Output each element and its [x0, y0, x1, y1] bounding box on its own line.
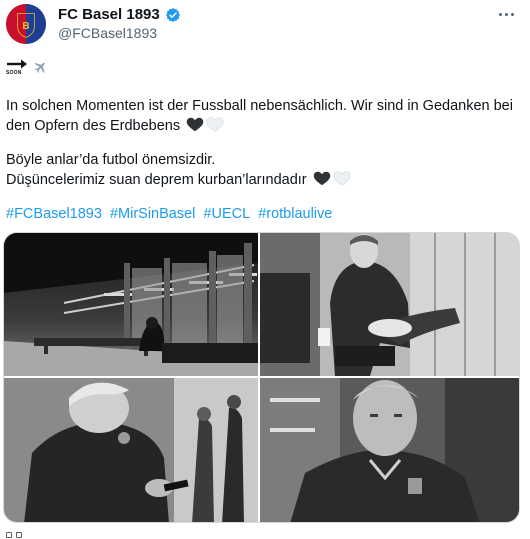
black-heart-icon [313, 171, 330, 186]
reply-icon[interactable] [6, 532, 12, 538]
more-options-icon[interactable] [494, 4, 518, 24]
tweet-paragraph-turkish: Böyle anlar’da futbol önemsizdir. Düşünc… [6, 150, 521, 190]
tweet: B FC Basel 1893 @FCBasel1893 SOON In sol… [0, 0, 530, 539]
hashtag-link[interactable]: #UECL [203, 206, 250, 222]
retweet-icon[interactable] [16, 532, 22, 538]
media-grid [3, 232, 520, 523]
action-bar-partial [0, 532, 530, 539]
soon-label: SOON [6, 70, 22, 76]
fc-basel-logo: B [6, 4, 46, 44]
author-handle[interactable]: @FCBasel1893 [58, 25, 157, 41]
author-display-name[interactable]: FC Basel 1893 [58, 6, 160, 23]
white-heart-icon [206, 117, 224, 132]
svg-text:B: B [22, 21, 29, 32]
tweet-text-german: In solchen Momenten ist der Fussball neb… [6, 98, 513, 134]
photo-airport-terminal[interactable] [4, 233, 258, 376]
soon-teaser: SOON [6, 58, 49, 76]
author-name-row: FC Basel 1893 [58, 6, 181, 23]
photo-player-phone[interactable] [4, 378, 258, 522]
hashtag-link[interactable]: #MirSinBasel [110, 206, 195, 222]
airplane-icon [34, 62, 45, 73]
photo-player-seated[interactable] [260, 233, 519, 376]
tweet-paragraph-german: In solchen Momenten ist der Fussball neb… [6, 96, 521, 136]
photo-player-portrait[interactable] [260, 378, 519, 522]
hashtag-list: #FCBasel1893 #MirSinBasel #UECL #rotblau… [6, 206, 336, 222]
avatar[interactable]: B [6, 4, 46, 44]
white-heart-icon [333, 171, 351, 186]
hashtag-link[interactable]: #rotblaulive [258, 206, 332, 222]
black-heart-icon [186, 117, 204, 132]
hashtag-link[interactable]: #FCBasel1893 [6, 206, 102, 222]
soon-arrow-icon: SOON [6, 58, 28, 76]
tweet-text-turkish-line2: Düşüncelerimiz suan deprem kurban’larınd… [6, 172, 307, 188]
tweet-text-turkish-line1: Böyle anlar’da futbol önemsizdir. [6, 152, 216, 168]
verified-badge-icon[interactable] [165, 7, 181, 23]
